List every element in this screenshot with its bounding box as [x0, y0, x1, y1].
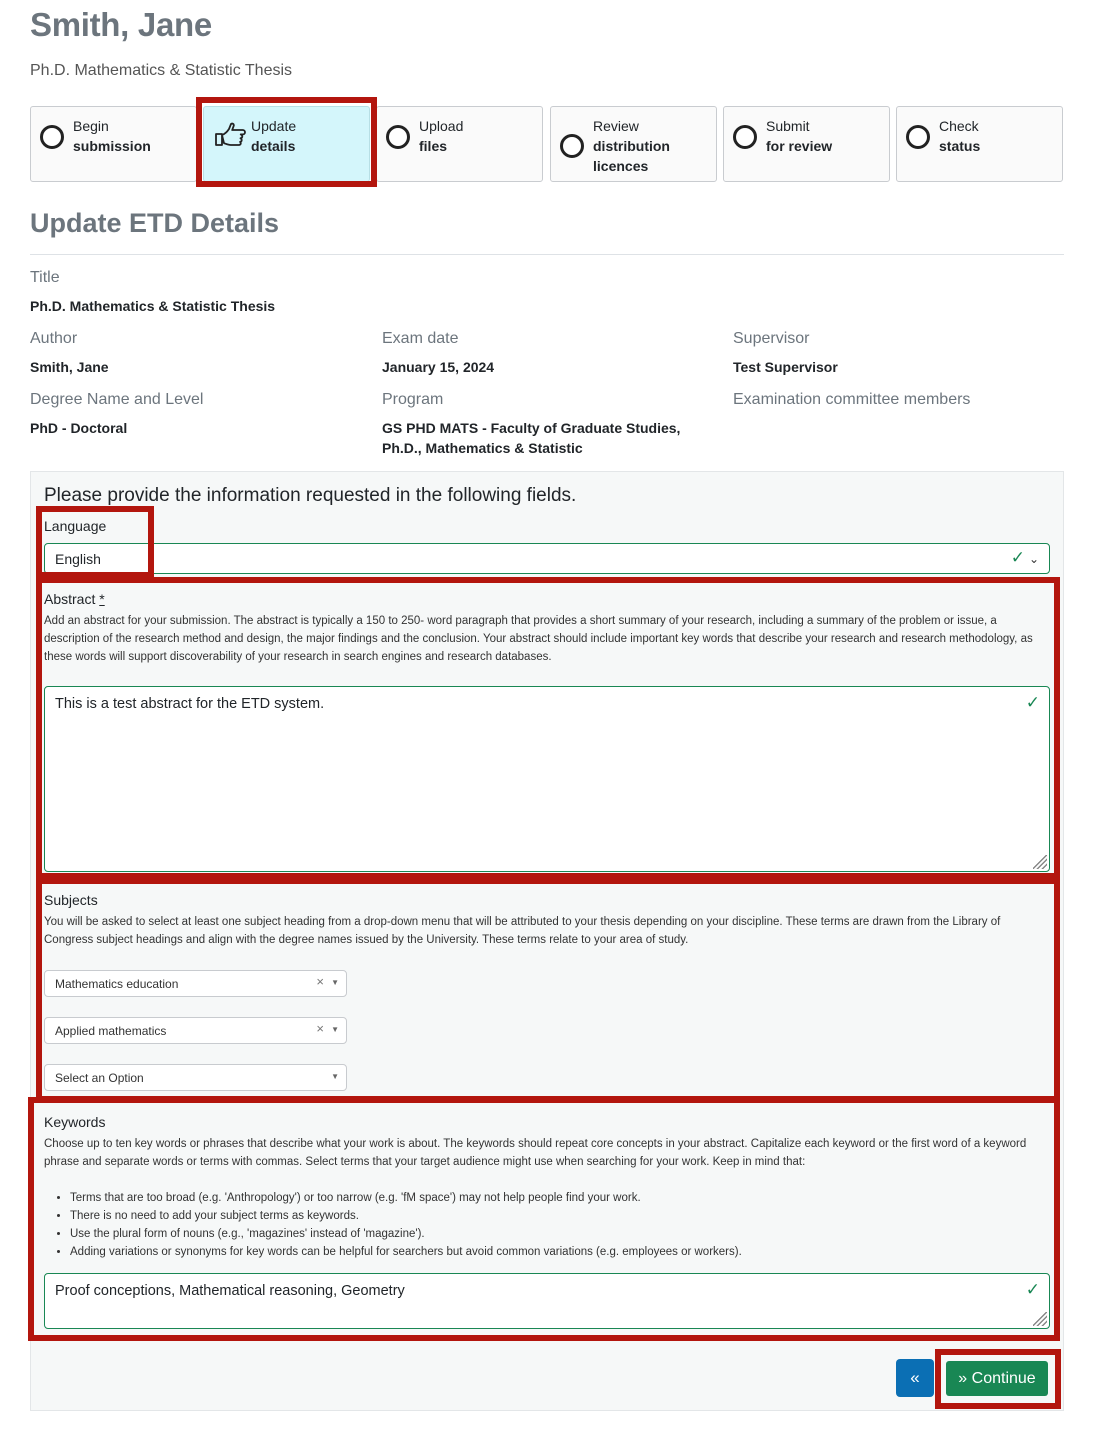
subjects-label: Subjects — [44, 892, 98, 908]
step-label: Submit for review — [766, 118, 833, 154]
step-label: Update details — [251, 118, 297, 154]
form-heading: Please provide the information requested… — [44, 485, 577, 506]
close-icon[interactable]: × — [316, 974, 324, 989]
check-icon: ✓ — [1025, 1280, 1040, 1299]
list-item: Adding variations or synonyms for key wo… — [70, 1243, 742, 1261]
step-label: Begin submission — [73, 118, 151, 154]
chevron-down-icon: ▼ — [331, 978, 339, 987]
committee-label: Examination committee members — [733, 391, 971, 408]
keywords-help: Choose up to ten key words or phrases th… — [44, 1138, 1027, 1168]
subject-select-3[interactable]: Select an Option ▼ — [44, 1064, 347, 1091]
circle-outline-icon — [40, 125, 64, 149]
step-review-licences[interactable]: Review distribution licences — [550, 106, 717, 182]
circle-outline-icon — [386, 125, 410, 149]
circle-outline-icon — [560, 134, 584, 158]
progress-steps: Begin submission Update details Upload file… — [30, 106, 1064, 182]
author-value: Smith, Jane — [30, 359, 109, 375]
list-item: Terms that are too broad (e.g. 'Anthropo… — [70, 1189, 742, 1207]
resize-handle-icon[interactable] — [1033, 1312, 1047, 1326]
subject-select-2[interactable]: Applied mathematics × ▼ — [44, 1017, 347, 1044]
title-label: Title — [30, 269, 60, 286]
degree-value: PhD - Doctoral — [30, 420, 128, 436]
exam-date-value: January 15, 2024 — [382, 359, 495, 375]
divider — [30, 254, 1064, 255]
keywords-tips-list: Terms that are too broad (e.g. 'Anthropo… — [44, 1189, 742, 1261]
resize-handle-icon[interactable] — [1033, 855, 1047, 869]
keywords-label: Keywords — [44, 1114, 106, 1130]
step-label: Review distribution licences — [593, 118, 670, 174]
subject-select-1[interactable]: Mathematics education × ▼ — [44, 970, 347, 997]
page-name: Smith, Jane — [30, 6, 212, 43]
page-subtitle: Ph.D. Mathematics & Statistic Thesis — [30, 62, 293, 79]
supervisor-value: Test Supervisor — [733, 359, 838, 375]
close-icon[interactable]: × — [316, 1021, 324, 1036]
keywords-textarea[interactable]: Proof conceptions, Mathematical reasonin… — [44, 1273, 1050, 1329]
back-button[interactable]: « — [896, 1359, 934, 1397]
abstract-help: Add an abstract for your submission. The… — [44, 615, 1033, 663]
degree-label: Degree Name and Level — [30, 391, 204, 408]
subjects-help: You will be asked to select at least one… — [44, 916, 1001, 946]
abstract-label: Abstract * — [44, 591, 105, 607]
title-value: Ph.D. Mathematics & Statistic Thesis — [30, 298, 276, 314]
keywords-value: Proof conceptions, Mathematical reasonin… — [55, 1283, 405, 1299]
list-item: There is no need to add your subject ter… — [70, 1207, 742, 1225]
language-select[interactable]: English ✓ ⌄ — [44, 543, 1050, 574]
author-label: Author — [30, 330, 78, 347]
program-label: Program — [382, 391, 444, 408]
step-update-details[interactable]: Update details — [203, 106, 370, 182]
chevron-down-icon: ▼ — [331, 1072, 339, 1081]
language-label: Language — [44, 518, 107, 534]
circle-outline-icon — [733, 125, 757, 149]
section-title: Update ETD Details — [30, 208, 280, 238]
required-marker: * — [99, 591, 105, 607]
step-submit-review[interactable]: Submit for review — [723, 106, 890, 182]
language-value: English — [55, 551, 101, 567]
check-icon: ✓ — [1010, 548, 1025, 567]
step-label: Upload files — [419, 118, 464, 154]
step-label: Check status — [939, 118, 981, 154]
circle-outline-icon — [906, 125, 930, 149]
list-item: Use the plural form of nouns (e.g., 'mag… — [70, 1225, 742, 1243]
supervisor-label: Supervisor — [733, 330, 810, 347]
abstract-value: This is a test abstract for the ETD syst… — [55, 696, 325, 712]
pointing-hand-icon — [215, 122, 246, 146]
abstract-textarea[interactable]: This is a test abstract for the ETD syst… — [44, 686, 1050, 872]
continue-button[interactable]: » Continue — [946, 1361, 1048, 1396]
step-upload-files[interactable]: Upload files — [376, 106, 543, 182]
chevron-down-icon: ⌄ — [1028, 552, 1039, 566]
step-begin-submission[interactable]: Begin submission — [30, 106, 197, 182]
check-icon: ✓ — [1025, 693, 1040, 712]
exam-date-label: Exam date — [382, 330, 459, 347]
chevron-down-icon: ▼ — [331, 1025, 339, 1034]
step-check-status[interactable]: Check status — [896, 106, 1063, 182]
program-value: GS PHD MATS - Faculty of Graduate Studie… — [382, 420, 681, 456]
